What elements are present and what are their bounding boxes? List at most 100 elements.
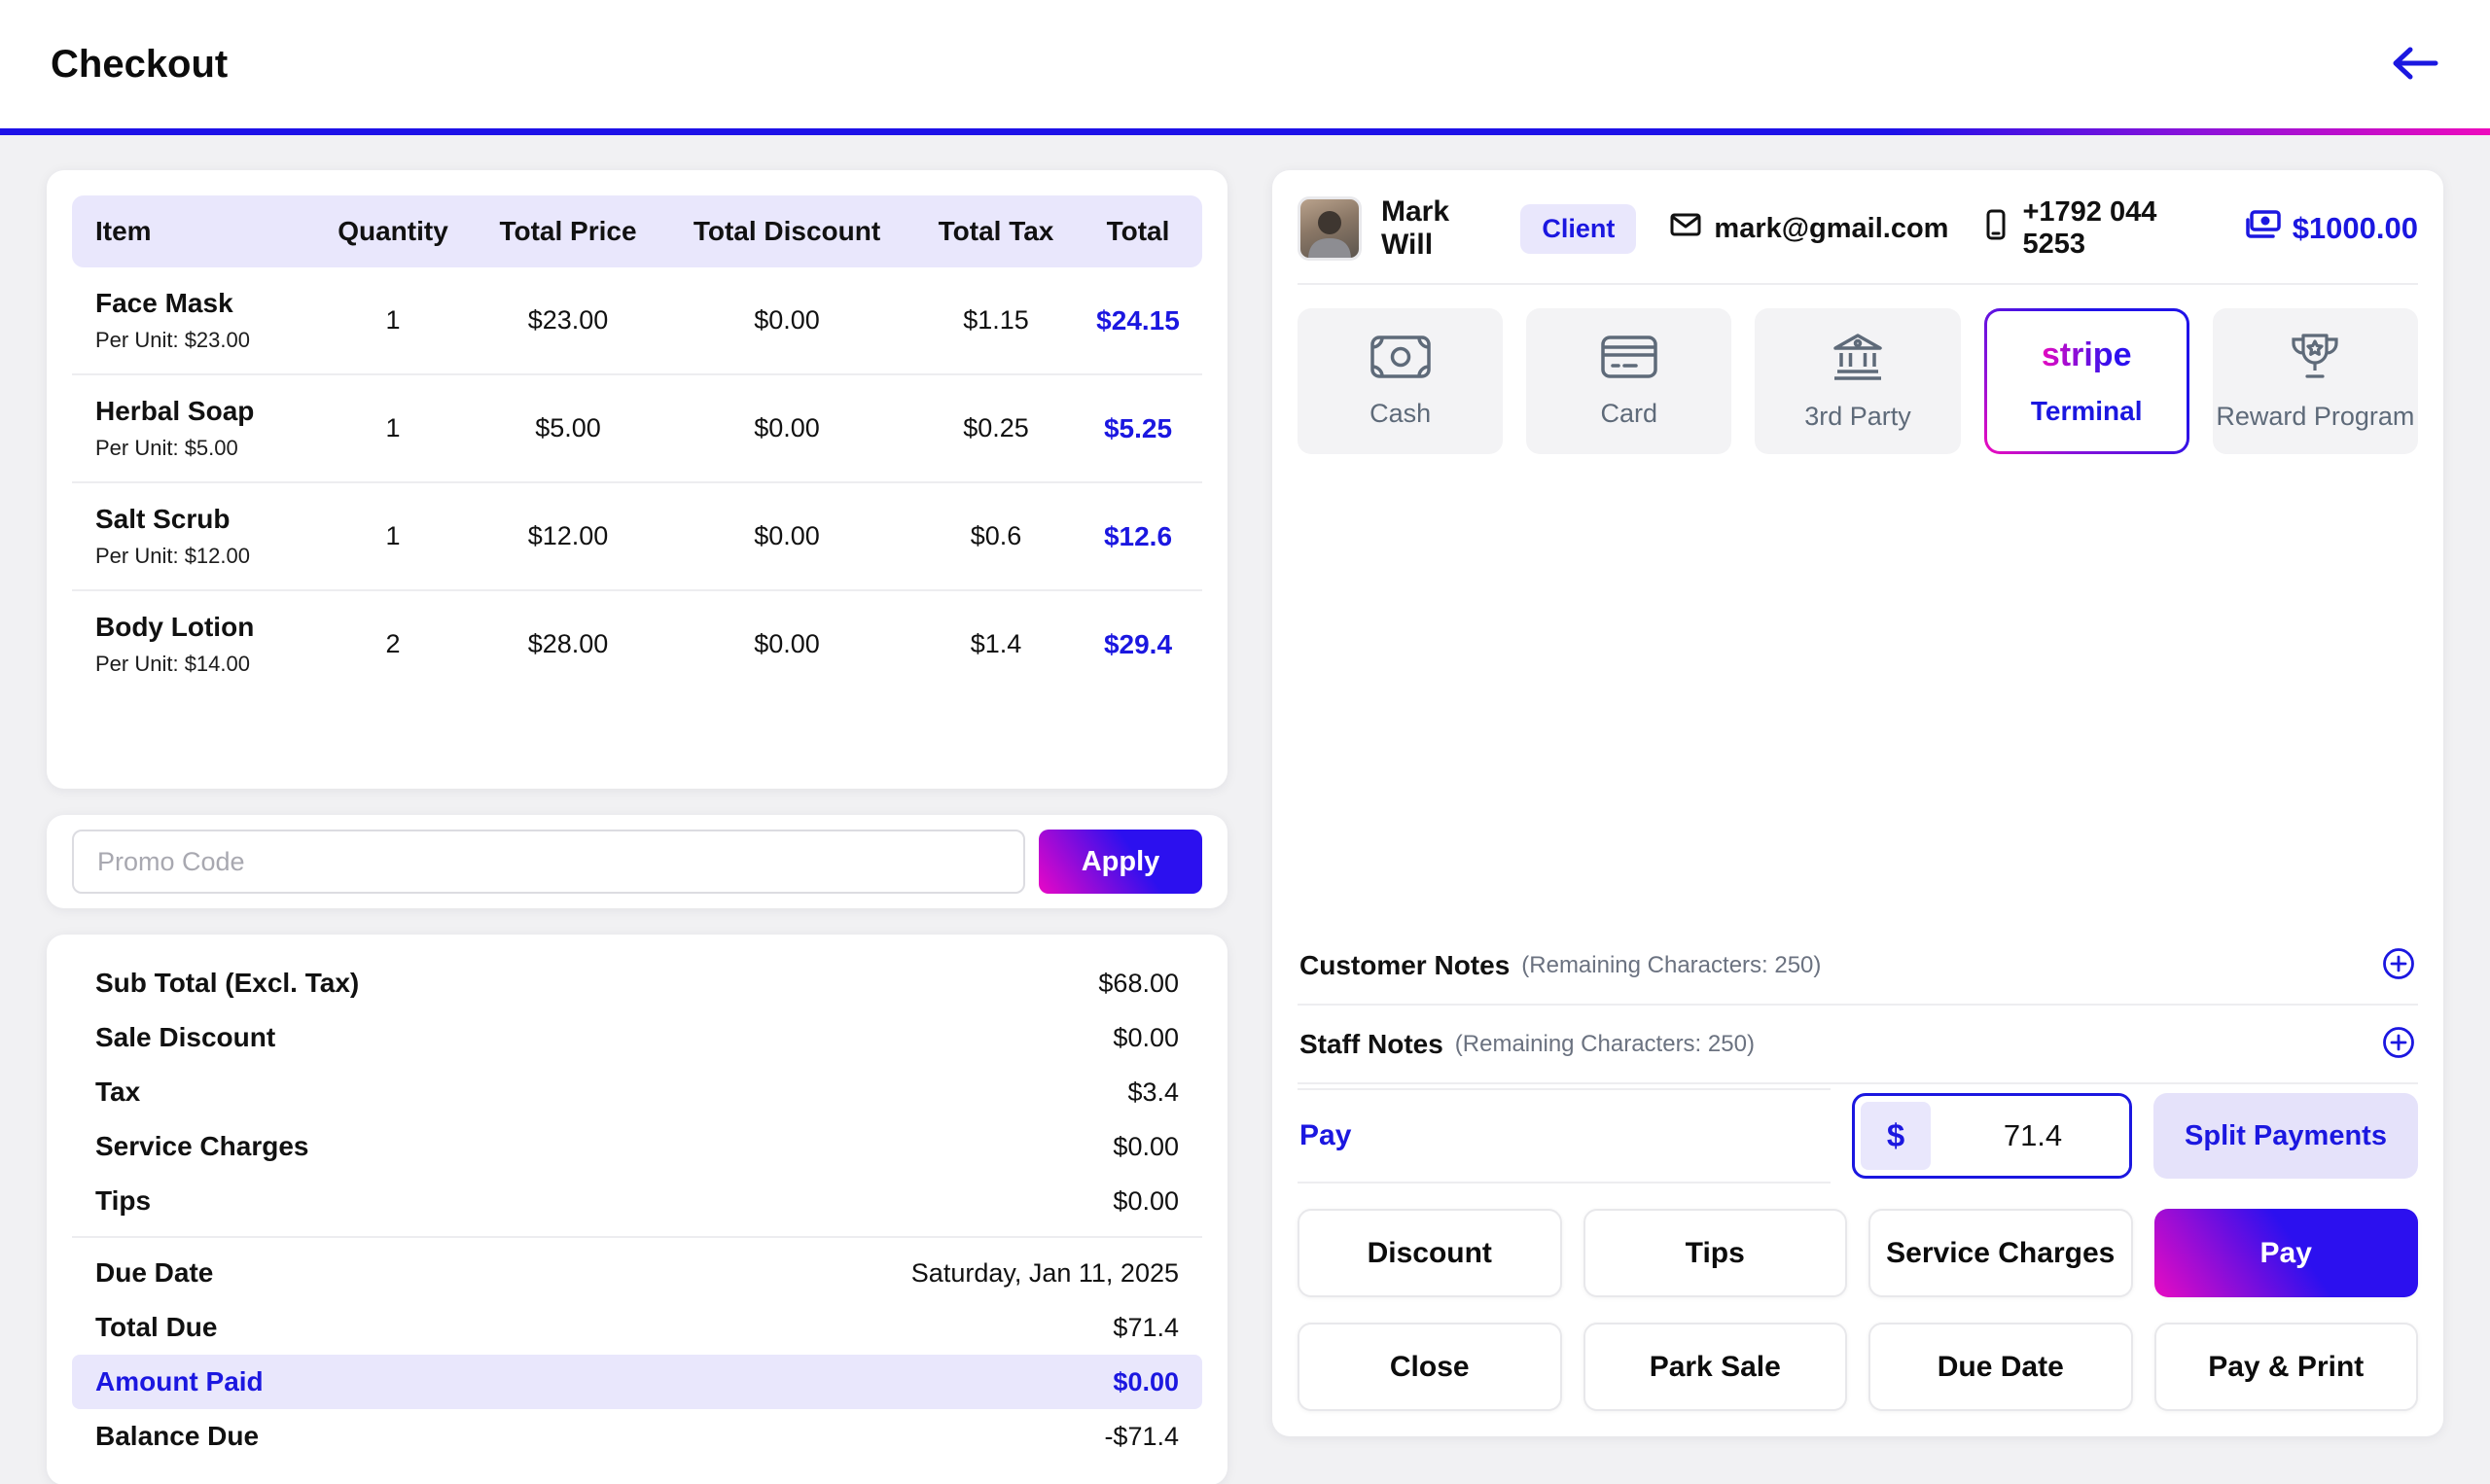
- promo-code-input[interactable]: [72, 830, 1025, 894]
- item-total-discount: $0.00: [754, 413, 820, 442]
- actions-grid: Discount Tips Service Charges Pay Close …: [1298, 1209, 2418, 1411]
- item-total-discount: $0.00: [754, 305, 820, 335]
- item-per-unit: Per Unit: $12.00: [95, 544, 250, 568]
- back-button[interactable]: [2389, 43, 2439, 87]
- items-card: Item Quantity Total Price Total Discount…: [47, 170, 1227, 789]
- pay-print-button[interactable]: Pay & Print: [2153, 1323, 2418, 1411]
- item-quantity: 1: [385, 305, 401, 335]
- payment-method-cash[interactable]: Cash: [1298, 308, 1504, 454]
- summary-divider: [72, 1236, 1202, 1238]
- item-total: $29.4: [1103, 628, 1173, 659]
- summary-row-service-charges: Service Charges $0.00: [72, 1119, 1202, 1174]
- summary-row-subtotal: Sub Total (Excl. Tax) $68.00: [72, 956, 1202, 1010]
- park-sale-button[interactable]: Park Sale: [1583, 1323, 1847, 1411]
- items-table-header: Item Quantity Total Price Total Discount…: [72, 195, 1202, 267]
- add-staff-note-button[interactable]: [2381, 1025, 2416, 1063]
- summary-label: Total Due: [95, 1312, 218, 1342]
- add-customer-note-button[interactable]: [2381, 946, 2416, 984]
- summary-value: $0.00: [1113, 1366, 1179, 1396]
- payment-method-terminal-selected[interactable]: stripe Terminal: [1983, 308, 2189, 454]
- money-icon: [2242, 208, 2283, 249]
- staff-notes-hint: (Remaining Characters: 250): [1454, 1030, 1755, 1057]
- payment-method-label: Reward Program: [2216, 401, 2415, 431]
- payment-method-label: Cash: [1370, 398, 1432, 428]
- customer-notes-row: Customer Notes (Remaining Characters: 25…: [1298, 927, 2418, 1006]
- item-quantity: 1: [385, 413, 401, 442]
- summary-label: Balance Due: [95, 1421, 260, 1451]
- item-name: Body Lotion: [95, 612, 255, 642]
- payment-method-label: 3rd Party: [1804, 401, 1911, 431]
- summary-card: Sub Total (Excl. Tax) $68.00 Sale Discou…: [47, 935, 1227, 1484]
- close-button[interactable]: Close: [1298, 1323, 1562, 1411]
- service-charges-button[interactable]: Service Charges: [1868, 1209, 2133, 1297]
- item-total-tax: $1.4: [970, 629, 1022, 658]
- item-total: $24.15: [1096, 304, 1180, 336]
- client-phone-group: +1792 044 5253: [1981, 196, 2208, 261]
- phone-icon: [1981, 208, 2010, 249]
- staff-notes-row: Staff Notes (Remaining Characters: 250): [1298, 1006, 2418, 1084]
- credit-card-icon: [1600, 335, 1658, 382]
- panel-spacer: [1298, 454, 2418, 927]
- summary-label: Amount Paid: [95, 1366, 264, 1396]
- pay-label: Pay: [1299, 1119, 1352, 1151]
- payment-method-label: Terminal: [2030, 395, 2143, 426]
- summary-label: Tax: [95, 1077, 141, 1107]
- summary-value: Saturday, Jan 11, 2025: [910, 1257, 1179, 1288]
- summary-value: $0.00: [1113, 1131, 1179, 1161]
- summary-value: $3.4: [1127, 1077, 1179, 1107]
- split-payments-button[interactable]: Split Payments: [2153, 1093, 2418, 1179]
- promo-card: Apply: [47, 815, 1227, 908]
- summary-row-balance-due: Balance Due -$71.4: [72, 1409, 1202, 1464]
- column-header-item: Item: [95, 216, 152, 246]
- summary-value: -$71.4: [1104, 1421, 1179, 1451]
- pay-amount-input[interactable]: [1937, 1096, 2129, 1176]
- item-total-price: $23.00: [527, 305, 609, 335]
- pay-label-wrap: Pay: [1298, 1088, 1831, 1184]
- payment-methods: Cash Card 3rd Party stripe Terminal Rewa…: [1298, 308, 2418, 454]
- client-badge: Client: [1520, 203, 1637, 254]
- item-total-tax: $0.25: [963, 413, 1029, 442]
- item-per-unit: Per Unit: $5.00: [95, 436, 238, 460]
- main-content: Item Quantity Total Price Total Discount…: [0, 135, 2490, 1484]
- table-row[interactable]: Herbal Soap Per Unit: $5.00 1 $5.00 $0.0…: [72, 375, 1202, 483]
- item-total-price: $28.00: [527, 629, 609, 658]
- cash-icon: [1370, 335, 1432, 382]
- column-header-total-tax: Total Tax: [938, 216, 1054, 246]
- table-row[interactable]: Body Lotion Per Unit: $14.00 2 $28.00 $0…: [72, 591, 1202, 697]
- item-total-tax: $1.15: [963, 305, 1029, 335]
- due-date-button[interactable]: Due Date: [1868, 1323, 2133, 1411]
- payment-method-label: Card: [1600, 398, 1658, 428]
- table-row[interactable]: Face Mask Per Unit: $23.00 1 $23.00 $0.0…: [72, 267, 1202, 375]
- item-total: $5.25: [1103, 412, 1173, 443]
- table-row[interactable]: Salt Scrub Per Unit: $12.00 1 $12.00 $0.…: [72, 483, 1202, 591]
- plus-circle-icon: [2381, 1025, 2416, 1063]
- apply-promo-button[interactable]: Apply: [1039, 830, 1202, 894]
- client-balance: $1000.00: [2292, 211, 2418, 245]
- pay-button[interactable]: Pay: [2153, 1209, 2418, 1297]
- column-header-total: Total: [1106, 216, 1170, 246]
- client-balance-group: $1000.00: [2242, 208, 2418, 249]
- staff-notes-label: Staff Notes: [1299, 1028, 1443, 1059]
- item-total-tax: $0.6: [970, 521, 1022, 550]
- client-phone: +1792 044 5253: [2022, 196, 2157, 260]
- summary-value: $71.4: [1113, 1312, 1179, 1342]
- back-arrow-icon: [2389, 43, 2439, 87]
- payment-method-reward-program[interactable]: Reward Program: [2212, 308, 2418, 454]
- payment-method-card[interactable]: Card: [1526, 308, 1732, 454]
- pay-amount-row: Pay $ Split Payments: [1298, 1088, 2418, 1184]
- discount-button[interactable]: Discount: [1298, 1209, 1562, 1297]
- tips-button[interactable]: Tips: [1583, 1209, 1847, 1297]
- checkout-panel: Mark Will Client mark@gmail.com +1792 04…: [1272, 170, 2443, 1436]
- summary-row-tips: Tips $0.00: [72, 1174, 1202, 1228]
- summary-row-total-due: Total Due $71.4: [72, 1300, 1202, 1355]
- summary-label: Sub Total (Excl. Tax): [95, 968, 360, 998]
- page-title: Checkout: [51, 42, 229, 86]
- summary-row-sale-discount: Sale Discount $0.00: [72, 1010, 1202, 1065]
- item-total: $12.6: [1103, 520, 1173, 551]
- left-column: Item Quantity Total Price Total Discount…: [47, 170, 1227, 1484]
- payment-method-3rd-party[interactable]: 3rd Party: [1755, 308, 1961, 454]
- plus-circle-icon: [2381, 946, 2416, 984]
- item-total-price: $12.00: [527, 521, 609, 550]
- summary-label: Sale Discount: [95, 1022, 276, 1052]
- pay-amount-box: $: [1852, 1093, 2132, 1179]
